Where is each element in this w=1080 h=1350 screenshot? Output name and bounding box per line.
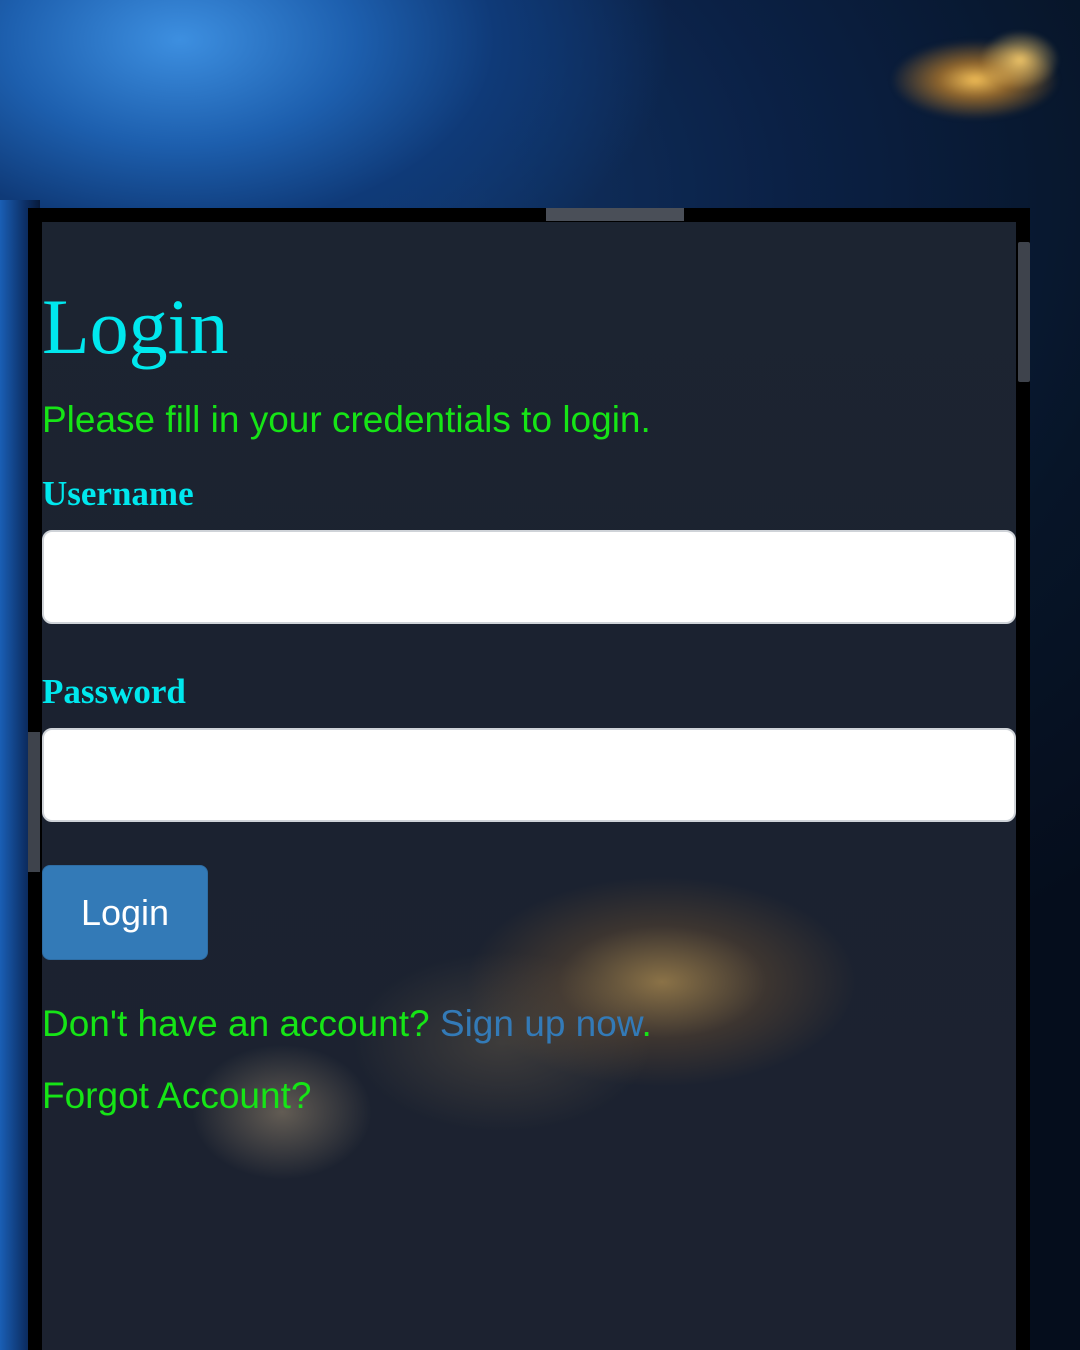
- frame-tab-handle[interactable]: [546, 208, 684, 221]
- password-label: Password: [42, 672, 186, 711]
- page-title: Login: [42, 283, 229, 370]
- page-subtitle: Please fill in your credentials to login…: [42, 399, 651, 440]
- signup-prompt: Don't have an account? Sign up now.: [42, 1002, 652, 1046]
- password-input[interactable]: [42, 728, 1016, 822]
- username-input[interactable]: [42, 530, 1016, 624]
- login-panel: Login Please fill in your credentials to…: [42, 222, 1016, 1350]
- signup-prompt-text: Don't have an account?: [42, 1003, 430, 1044]
- city-lights: [980, 30, 1060, 90]
- login-button[interactable]: Login: [42, 865, 208, 960]
- signup-suffix: .: [641, 1003, 652, 1044]
- forgot-account-link[interactable]: Forgot Account?: [42, 1074, 311, 1118]
- side-scroll-handle[interactable]: [28, 732, 40, 872]
- vertical-scrollbar[interactable]: [1018, 242, 1030, 382]
- signup-link[interactable]: Sign up now: [440, 1003, 642, 1044]
- username-label: Username: [42, 474, 194, 513]
